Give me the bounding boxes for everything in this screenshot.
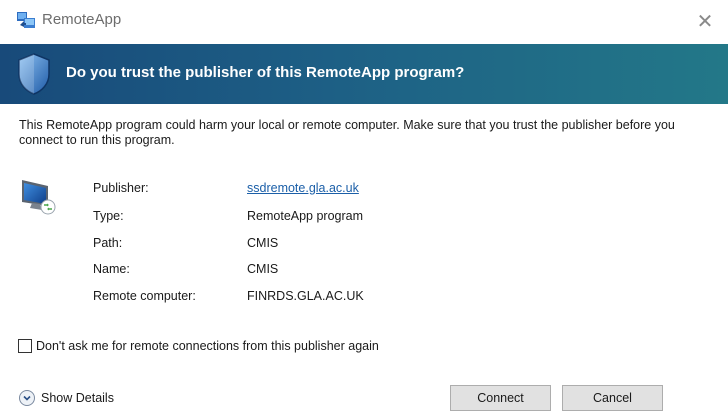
remoteapp-icon	[17, 12, 35, 28]
remote-computer-value: FINRDS.GLA.AC.UK	[247, 289, 364, 303]
close-icon: ✕	[696, 10, 714, 33]
name-value: CMIS	[247, 262, 279, 276]
publisher-label: Publisher:	[93, 181, 149, 195]
type-label: Type:	[93, 209, 124, 223]
path-label: Path:	[93, 236, 123, 250]
show-details-toggle[interactable]: Show Details	[19, 390, 114, 406]
show-details-label[interactable]: Show Details	[41, 391, 114, 405]
dont-ask-row[interactable]: Don't ask me for remote connections from…	[18, 339, 379, 353]
name-label: Name:	[93, 262, 130, 276]
banner-heading: Do you trust the publisher of this Remot…	[66, 64, 465, 81]
window-title: RemoteApp	[42, 11, 122, 28]
type-value: RemoteApp program	[247, 209, 364, 223]
remote-computer-label: Remote computer:	[93, 289, 196, 303]
publisher-link[interactable]: ssdremote.gla.ac.uk	[247, 181, 359, 195]
cancel-button[interactable]: Cancel	[562, 385, 663, 411]
shield-icon	[18, 53, 50, 95]
dont-ask-checkbox[interactable]	[18, 339, 32, 353]
connect-button[interactable]: Connect	[450, 385, 551, 411]
trust-banner: Do you trust the publisher of this Remot…	[0, 44, 728, 104]
warning-text: This RemoteApp program could harm your l…	[19, 118, 675, 147]
title-bar: RemoteApp ✕	[0, 0, 728, 44]
close-button[interactable]: ✕	[692, 8, 718, 34]
remote-computer-icon	[22, 180, 56, 215]
dont-ask-label[interactable]: Don't ask me for remote connections from…	[36, 339, 379, 353]
path-value: CMIS	[247, 236, 279, 250]
chevron-down-icon[interactable]	[19, 390, 35, 406]
